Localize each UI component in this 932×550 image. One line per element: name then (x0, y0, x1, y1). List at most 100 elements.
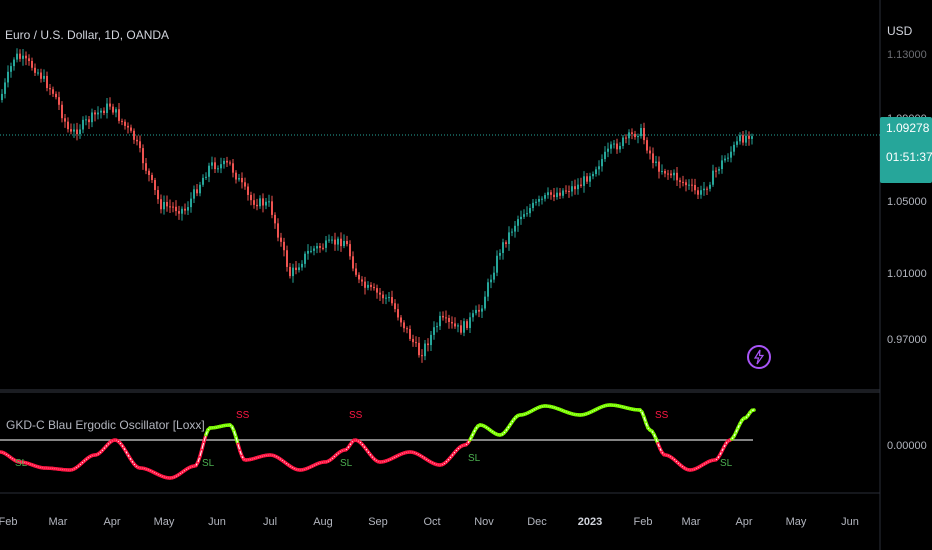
candle-body (307, 250, 309, 254)
bar-countdown: 01:51:37 (886, 150, 932, 164)
candle-body (589, 176, 591, 182)
time-tick: Jun (841, 516, 859, 528)
candle-body (469, 317, 471, 328)
candle-body (31, 60, 33, 68)
candle-body (664, 170, 666, 174)
candle-body (334, 239, 336, 245)
oscillator-title[interactable]: GKD-C Blau Ergodic Oscillator [Loxx] (6, 418, 205, 432)
candle-body (586, 176, 588, 182)
candle-body (193, 189, 195, 199)
candle-body (13, 59, 15, 67)
candle-body (241, 177, 243, 183)
candle-body (22, 55, 24, 59)
candle-body (115, 109, 117, 113)
candle-body (223, 160, 225, 165)
candle-body (421, 355, 423, 357)
candle-body (7, 71, 9, 83)
time-tick: Oct (423, 516, 441, 528)
candle-body (127, 125, 129, 128)
candle-body (118, 109, 120, 121)
candle-body (283, 241, 285, 251)
candle-body (367, 284, 369, 288)
candle-body (97, 112, 99, 115)
candle-body (442, 315, 444, 318)
candle-body (610, 144, 612, 149)
candle-body (133, 130, 135, 140)
candle-body (697, 190, 699, 195)
candle-body (688, 184, 690, 186)
time-tick: Nov (474, 516, 494, 528)
time-tick-year: 2023 (577, 516, 603, 528)
candle-body (250, 194, 252, 201)
candle-body (598, 166, 600, 170)
candle-body (694, 184, 696, 191)
candle-body (499, 252, 501, 256)
candle-body (670, 173, 672, 176)
candle-body (649, 150, 651, 154)
oscillator-series (0, 403, 756, 480)
candle-body (265, 201, 267, 206)
candle-body (190, 198, 192, 208)
candle-body (106, 103, 108, 113)
candle-body (346, 240, 348, 245)
time-tick: Aug (313, 516, 333, 528)
candle-body (742, 135, 744, 143)
candle-body (124, 121, 126, 126)
candle-body (550, 192, 552, 195)
candle-body (109, 103, 111, 107)
candle-body (274, 214, 276, 224)
candle-body (211, 162, 213, 166)
candle-body (628, 132, 630, 139)
candle-body (433, 327, 435, 335)
candle-body (76, 129, 78, 135)
candle-body (634, 133, 636, 138)
candle-body (40, 72, 42, 79)
candle-body (451, 321, 453, 324)
candle-body (529, 208, 531, 214)
candle-body (406, 328, 408, 330)
candle-body (643, 128, 645, 141)
candle-body (352, 256, 354, 269)
candle-body (172, 206, 174, 208)
lightning-icon[interactable] (747, 345, 771, 369)
time-tick: Jun (208, 516, 226, 528)
candle-body (121, 120, 123, 122)
candle-body (622, 137, 624, 146)
candle-body (235, 172, 237, 180)
candle-body (709, 184, 711, 189)
symbol-title[interactable]: Euro / U.S. Dollar, 1D, OANDA (5, 28, 169, 42)
candle-body (73, 129, 75, 132)
candle-body (232, 163, 234, 173)
candle-body (532, 202, 534, 209)
candle-body (142, 148, 144, 164)
candle-body (475, 309, 477, 314)
candle-body (199, 184, 201, 194)
candle-body (580, 184, 582, 186)
candle-body (535, 201, 537, 203)
candle-body (673, 172, 675, 176)
candle-body (661, 170, 663, 172)
candle-body (397, 309, 399, 318)
candle-body (502, 242, 504, 253)
candle-body (712, 170, 714, 185)
candle-body (136, 139, 138, 142)
candle-body (592, 174, 594, 177)
candle-body (292, 267, 294, 277)
candle-body (571, 186, 573, 192)
candle-body (613, 143, 615, 145)
candle-body (541, 198, 543, 200)
candle-body (376, 288, 378, 293)
time-tick: Jul (262, 516, 278, 528)
candle-body (187, 207, 189, 211)
candle-body (583, 176, 585, 186)
chart-canvas[interactable]: SS SS SS SL SL SL SL SL (0, 0, 932, 550)
candle-body (46, 75, 48, 89)
candle-body (370, 284, 372, 287)
signal-marker: SL (202, 458, 215, 469)
candle-body (415, 342, 417, 344)
candle-body (148, 170, 150, 175)
candle-body (625, 137, 627, 139)
candle-body (139, 141, 141, 149)
signal-marker: SS (349, 410, 363, 421)
candle-body (202, 177, 204, 185)
